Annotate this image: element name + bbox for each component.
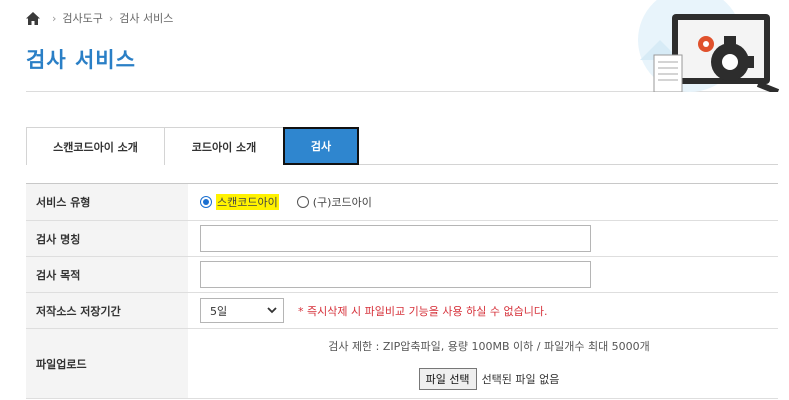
breadcrumb: › 검사도구 › 검사 서비스: [26, 10, 173, 26]
form-row-upload: 파일업로드 검사 제한 : ZIP압축파일, 용량 100MB 이하 / 파일개…: [26, 329, 778, 399]
form-row-purpose: 검사 목적: [26, 257, 778, 293]
field-label: 검사 목적: [26, 257, 188, 292]
breadcrumb-item[interactable]: 검사도구: [62, 10, 102, 26]
monitor-gear-illustration: [638, 0, 780, 92]
inspection-purpose-input[interactable]: [200, 261, 591, 288]
field-label: 검사 명칭: [26, 221, 188, 256]
field-label: 서비스 유형: [26, 184, 188, 220]
retention-warning: * 즉시삭제 시 파일비교 기능을 사용 하실 수 없습니다.: [298, 304, 548, 318]
field-label: 파일업로드: [26, 329, 188, 398]
radio-label: 스캔코드아이: [216, 194, 279, 210]
form-row-name: 검사 명칭: [26, 221, 778, 257]
tab-scancodeeye-intro[interactable]: 스캔코드아이 소개: [26, 127, 165, 165]
chevron-right-icon: ›: [52, 11, 57, 25]
breadcrumb-item[interactable]: 검사 서비스: [119, 10, 173, 26]
tab-codeeye-intro[interactable]: 코드아이 소개: [164, 127, 284, 165]
field-label: 저작소스 저장기간: [26, 293, 188, 328]
radio-label: (구)코드아이: [312, 196, 372, 209]
retention-select[interactable]: 5일: [200, 298, 284, 323]
choose-file-button[interactable]: 파일 선택: [418, 367, 477, 390]
radio-icon[interactable]: [296, 196, 309, 208]
radio-icon[interactable]: [200, 196, 212, 208]
page-title: 검사 서비스: [26, 48, 136, 72]
retention-selected-value: 5일: [210, 304, 228, 318]
form-row-retention: 저작소스 저장기간 5일 * 즉시삭제 시 파일비교 기능을 사용 하실 수 없…: [26, 293, 778, 329]
radio-old-codeeye[interactable]: (구)코드아이: [296, 194, 372, 210]
home-icon[interactable]: [26, 11, 40, 25]
tab-inspection[interactable]: 검사: [283, 127, 359, 165]
chevron-down-icon: [267, 307, 277, 314]
file-status: 선택된 파일 없음: [481, 372, 560, 386]
chevron-right-icon: ›: [108, 11, 114, 25]
upload-limit-text: 검사 제한 : ZIP압축파일, 용량 100MB 이하 / 파일개수 최대 5…: [328, 339, 650, 353]
inspection-form: 서비스 유형 스캔코드아이 (구)코드아이 검사 명칭 검사 목적 저작소스 저…: [26, 183, 778, 399]
form-row-service-type: 서비스 유형 스캔코드아이 (구)코드아이: [26, 184, 778, 221]
inspection-name-input[interactable]: [200, 225, 591, 252]
radio-scancodeeye[interactable]: 스캔코드아이: [200, 194, 279, 210]
tab-bar: 스캔코드아이 소개 코드아이 소개 검사: [26, 127, 778, 165]
